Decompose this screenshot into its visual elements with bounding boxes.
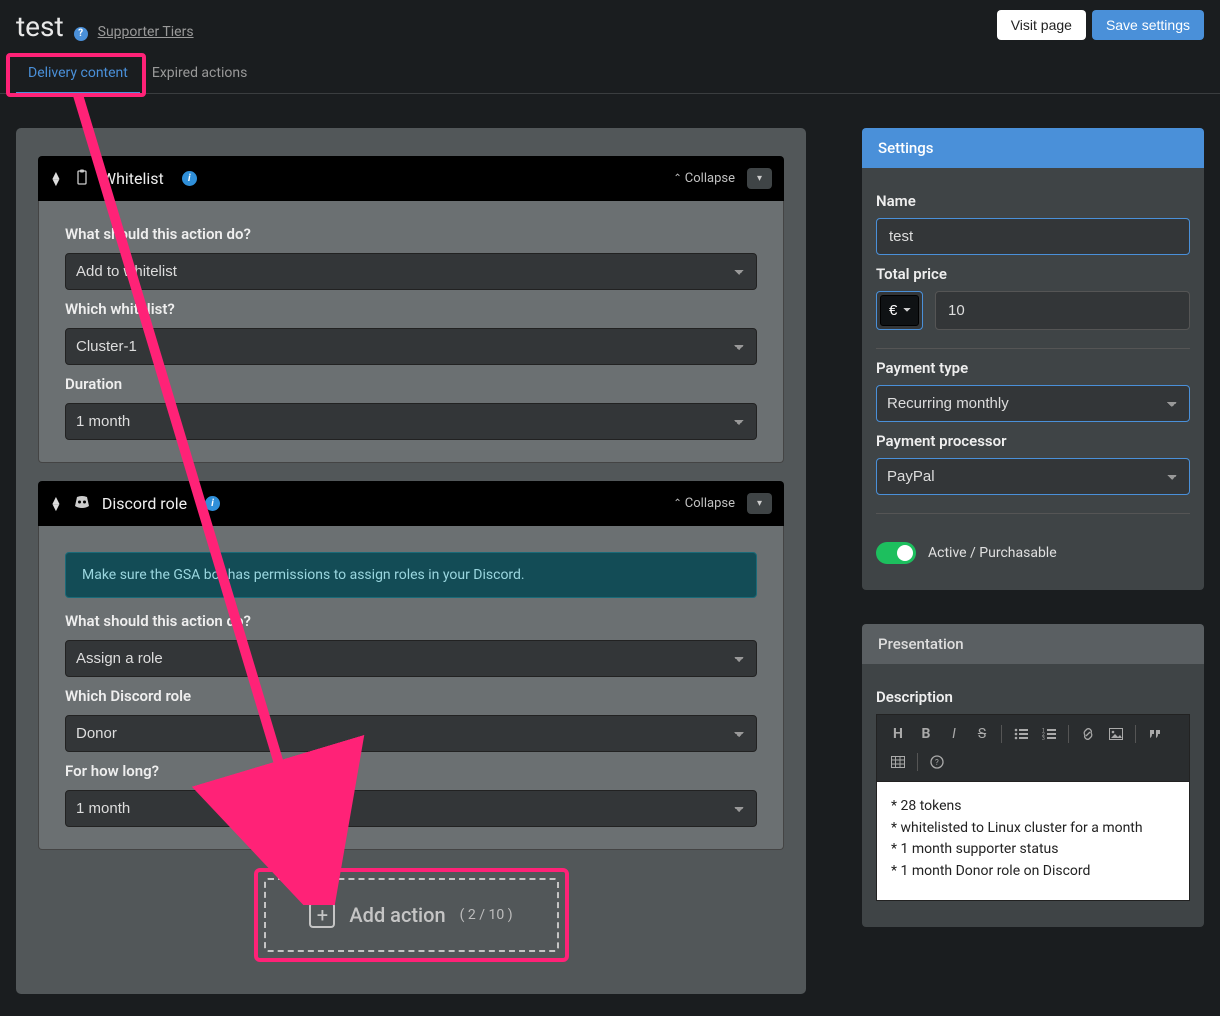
toolbar-separator — [1001, 725, 1002, 743]
description-line: * 1 month supporter status — [891, 839, 1175, 861]
editor-toolbar: H B I S 123 — [876, 714, 1190, 781]
description-editor[interactable]: * 28 tokens * whitelisted to Linux clust… — [876, 781, 1190, 901]
action-type-select[interactable]: Add to whitelist — [65, 253, 757, 290]
breadcrumb-link[interactable]: Supporter Tiers — [98, 24, 194, 40]
visit-page-button[interactable]: Visit page — [997, 10, 1086, 40]
name-input[interactable] — [876, 218, 1190, 255]
help-icon[interactable]: ? — [924, 749, 950, 775]
actions-panel: ▲▼ Whitelist i ⌃Collapse ▾ What should t… — [16, 128, 806, 994]
toolbar-separator — [917, 753, 918, 771]
bold-icon[interactable]: B — [913, 721, 939, 747]
page-title: test — [16, 10, 64, 43]
field-label: Payment processor — [876, 432, 1190, 450]
active-toggle[interactable] — [876, 542, 916, 564]
heading-icon[interactable]: H — [885, 721, 911, 747]
toolbar-separator — [1068, 725, 1069, 743]
add-action-count: ( 2 / 10 ) — [460, 907, 513, 923]
drag-handle-icon[interactable]: ▲▼ — [50, 497, 62, 511]
save-settings-button[interactable]: Save settings — [1092, 10, 1204, 40]
discord-role-select[interactable]: Donor — [65, 715, 757, 752]
field-label: Description — [876, 688, 1190, 706]
action-title: Whitelist — [102, 169, 164, 188]
payment-processor-select[interactable]: PayPal — [876, 458, 1190, 495]
action-card-discord-role: ▲▼ Discord role i ⌃Collapse ▾ Make sure … — [38, 481, 784, 850]
duration-select[interactable]: 1 month — [65, 403, 757, 440]
divider — [876, 513, 1190, 514]
info-banner: Make sure the GSA bot has permissions to… — [65, 552, 757, 598]
tabs: Delivery content Expired actions — [0, 43, 1220, 94]
field-label: Total price — [876, 265, 1190, 283]
action-card-whitelist: ▲▼ Whitelist i ⌃Collapse ▾ What should t… — [38, 156, 784, 463]
action-type-select[interactable]: Assign a role — [65, 640, 757, 677]
action-menu-button[interactable]: ▾ — [747, 493, 772, 514]
collapse-toggle[interactable]: ⌃Collapse — [673, 171, 735, 186]
description-line: * 28 tokens — [891, 796, 1175, 818]
add-action-label: Add action — [349, 903, 445, 927]
field-label: Which whitelist? — [65, 300, 757, 318]
presentation-header: Presentation — [862, 624, 1204, 664]
field-label: For how long? — [65, 762, 757, 780]
italic-icon[interactable]: I — [941, 721, 967, 747]
discord-icon — [74, 495, 90, 513]
field-label: What should this action do? — [65, 225, 757, 243]
clipboard-icon — [74, 169, 90, 189]
quote-icon[interactable] — [1142, 721, 1168, 747]
page-header: test ? Supporter Tiers Visit page Save s… — [0, 0, 1220, 43]
info-icon[interactable]: i — [182, 171, 197, 186]
drag-handle-icon[interactable]: ▲▼ — [50, 172, 62, 186]
collapse-toggle[interactable]: ⌃Collapse — [673, 496, 735, 511]
chevron-up-icon: ⌃ — [673, 173, 681, 184]
tab-expired-actions[interactable]: Expired actions — [140, 57, 259, 93]
ordered-list-icon[interactable]: 123 — [1036, 721, 1062, 747]
image-icon[interactable] — [1103, 721, 1129, 747]
currency-select[interactable]: € — [880, 295, 919, 326]
field-label: Name — [876, 192, 1190, 210]
whitelist-select[interactable]: Cluster-1 — [65, 328, 757, 365]
action-title: Discord role — [102, 494, 187, 513]
unordered-list-icon[interactable] — [1008, 721, 1034, 747]
divider — [876, 348, 1190, 349]
presentation-card: Presentation Description H B I S 123 — [862, 624, 1204, 927]
field-label: Duration — [65, 375, 757, 393]
add-action-button[interactable]: + Add action ( 2 / 10 ) — [264, 878, 559, 952]
field-label: Which Discord role — [65, 687, 757, 705]
chevron-up-icon: ⌃ — [673, 498, 681, 509]
table-icon[interactable] — [885, 749, 911, 775]
field-label: Payment type — [876, 359, 1190, 377]
description-line: * 1 month Donor role on Discord — [891, 861, 1175, 883]
active-label: Active / Purchasable — [928, 545, 1057, 561]
toolbar-separator — [1135, 725, 1136, 743]
tab-delivery-content[interactable]: Delivery content — [16, 57, 140, 93]
payment-type-select[interactable]: Recurring monthly — [876, 385, 1190, 422]
help-icon[interactable]: ? — [74, 27, 88, 41]
info-icon[interactable]: i — [205, 496, 220, 511]
link-icon[interactable] — [1075, 721, 1101, 747]
annotation-highlight-add-action: + Add action ( 2 / 10 ) — [254, 868, 569, 962]
settings-header: Settings — [862, 128, 1204, 168]
strikethrough-icon[interactable]: S — [969, 721, 995, 747]
price-input[interactable] — [935, 291, 1190, 330]
plus-icon: + — [309, 902, 335, 928]
action-menu-button[interactable]: ▾ — [747, 168, 772, 189]
duration-select[interactable]: 1 month — [65, 790, 757, 827]
settings-card: Settings Name Total price € Payment type… — [862, 128, 1204, 590]
field-label: What should this action do? — [65, 612, 757, 630]
description-line: * whitelisted to Linux cluster for a mon… — [891, 818, 1175, 840]
svg-text:?: ? — [935, 758, 939, 767]
svg-text:3: 3 — [1042, 736, 1045, 740]
